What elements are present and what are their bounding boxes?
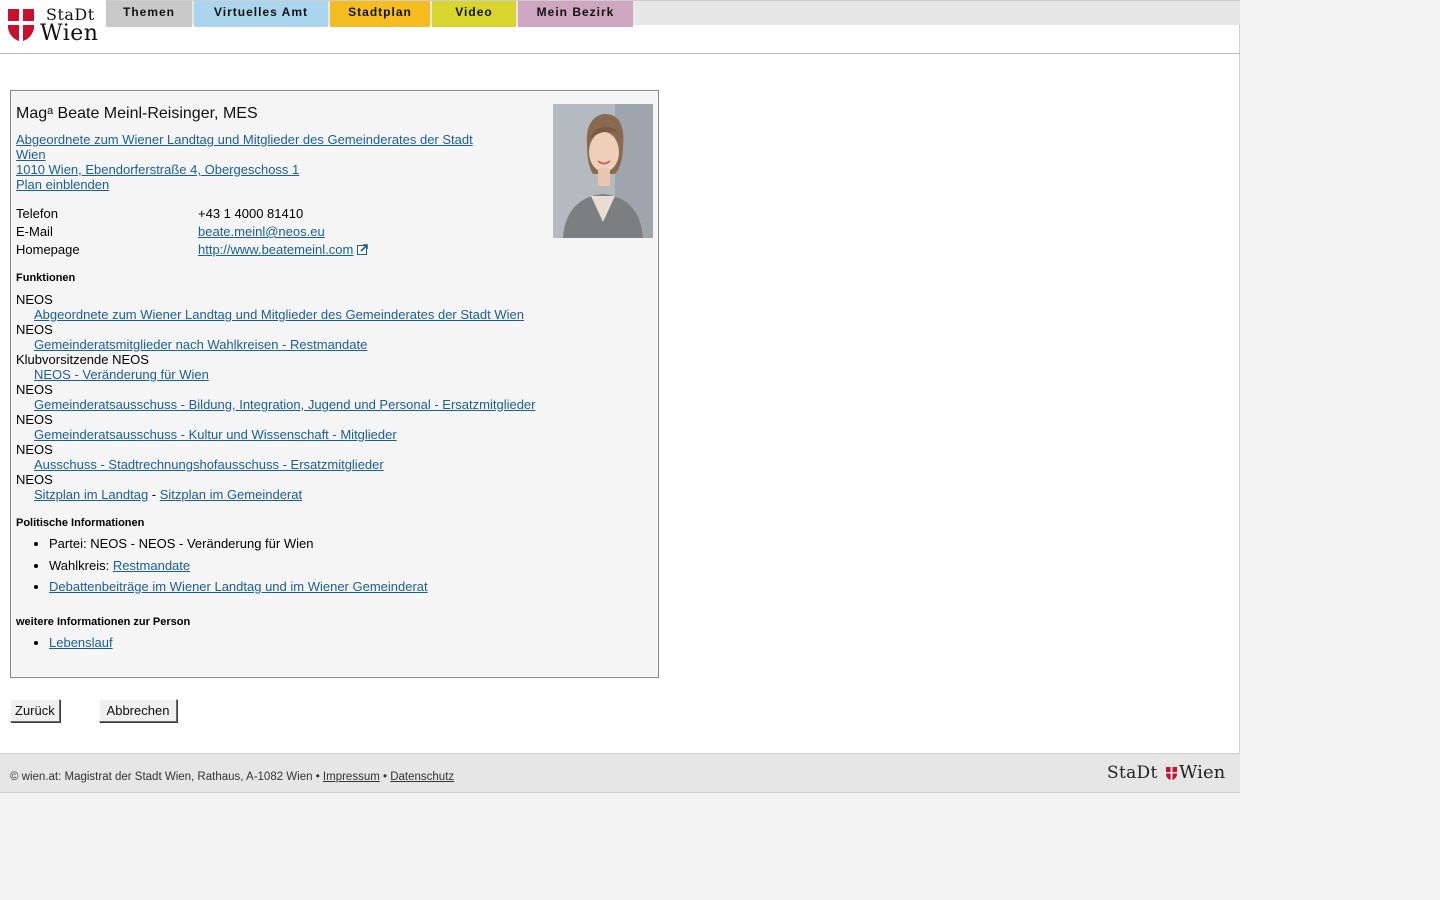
page: StaDt Wien Themen Virtuelles Amt Stadtpl… bbox=[0, 0, 1240, 793]
party-label: Partei: bbox=[49, 536, 91, 551]
wien-shield-icon bbox=[8, 9, 34, 41]
seat-plan-landtag-link[interactable]: Sitzplan im Landtag bbox=[34, 487, 148, 502]
function-org: NEOS bbox=[16, 292, 53, 307]
homepage-link[interactable]: http://www.beatemeinl.com bbox=[198, 242, 353, 257]
cancel-button[interactable]: Abbrechen bbox=[99, 699, 177, 722]
function-org: NEOS bbox=[16, 472, 53, 487]
function-org: NEOS bbox=[16, 382, 53, 397]
district-link[interactable]: Restmandate bbox=[113, 558, 190, 573]
stadt-wien-logo[interactable]: StaDt Wien bbox=[6, 5, 102, 46]
district-item: Wahlkreis: Restmandate bbox=[49, 558, 428, 573]
seat-plan-gemeinderat-link[interactable]: Sitzplan im Gemeinderat bbox=[160, 487, 302, 502]
email-label: E-Mail bbox=[16, 224, 53, 239]
portrait-image bbox=[553, 104, 653, 238]
nav-tab-themen[interactable]: Themen bbox=[106, 1, 192, 27]
function-link[interactable]: Abgeordnete zum Wiener Landtag und Mitgl… bbox=[34, 307, 524, 322]
nav-tab-video[interactable]: Video bbox=[432, 1, 516, 27]
function-org: NEOS bbox=[16, 322, 53, 337]
datenschutz-link[interactable]: Datenschutz bbox=[390, 771, 454, 783]
nav-tab-virtuelles-amt[interactable]: Virtuelles Amt bbox=[194, 1, 328, 27]
external-link-icon[interactable] bbox=[357, 244, 369, 255]
function-org: NEOS bbox=[16, 412, 53, 427]
logo-wien-text: Wien bbox=[40, 21, 99, 46]
wien-shield-icon bbox=[1166, 767, 1177, 780]
person-card: Magᵃ Beate Meinl-Reisinger, MES Abgeordn… bbox=[10, 90, 659, 678]
party-value: NEOS - NEOS - Veränderung für Wien bbox=[90, 536, 314, 551]
person-photo bbox=[553, 104, 653, 238]
party-item: Partei: NEOS - NEOS - Veränderung für Wi… bbox=[49, 536, 428, 551]
email-link[interactable]: beate.meinl@neos.eu bbox=[198, 224, 325, 239]
cv-item: Lebenslauf bbox=[49, 635, 113, 650]
function-link[interactable]: Gemeinderatsausschuss - Kultur und Wisse… bbox=[34, 427, 397, 442]
district-label: Wahlkreis: bbox=[49, 557, 113, 573]
functions-heading: Funktionen bbox=[16, 272, 76, 284]
site-footer: © wien.at: Magistrat der Stadt Wien, Rat… bbox=[0, 753, 1240, 793]
copyright-text: © wien.at: Magistrat der Stadt Wien, Rat… bbox=[10, 771, 323, 783]
site-header: StaDt Wien Themen Virtuelles Amt Stadtpl… bbox=[0, 0, 1240, 54]
footer-logo-stadt-text: StaDt bbox=[1107, 763, 1158, 783]
impressum-link[interactable]: Impressum bbox=[323, 771, 380, 783]
function-org: Klubvorsitzende NEOS bbox=[16, 352, 149, 367]
person-name: Magᵃ Beate Meinl-Reisinger, MES bbox=[16, 105, 258, 122]
functions-list: NEOS Abgeordnete zum Wiener Landtag und … bbox=[16, 292, 646, 502]
more-info-heading: weitere Informationen zur Person bbox=[16, 616, 191, 628]
address-link[interactable]: 1010 Wien, Ebendorferstraße 4, Obergesch… bbox=[16, 162, 299, 177]
political-info-heading: Politische Informationen bbox=[16, 517, 145, 529]
seat-plan-links: Sitzplan im Landtag - Sitzplan im Gemein… bbox=[16, 487, 646, 502]
homepage-value: http://www.beatemeinl.com bbox=[198, 242, 369, 257]
nav-tab-mein-bezirk[interactable]: Mein Bezirk bbox=[518, 1, 633, 27]
seat-plan-separator: - bbox=[148, 487, 160, 502]
footer-text: © wien.at: Magistrat der Stadt Wien, Rat… bbox=[10, 771, 454, 783]
debates-link[interactable]: Debattenbeiträge im Wiener Landtag und i… bbox=[49, 579, 428, 594]
back-button[interactable]: Zurück bbox=[10, 699, 60, 722]
more-info-list: Lebenslauf bbox=[16, 635, 113, 657]
phone-label: Telefon bbox=[16, 206, 58, 221]
main-navigation: Themen Virtuelles Amt Stadtplan Video Me… bbox=[106, 0, 1240, 27]
phone-value: +43 1 4000 81410 bbox=[198, 206, 304, 221]
function-link[interactable]: NEOS - Veränderung für Wien bbox=[34, 367, 209, 382]
footer-separator: • bbox=[379, 771, 391, 783]
function-link[interactable]: Ausschuss - Stadtrechnungshofausschuss -… bbox=[34, 457, 384, 472]
show-plan-link[interactable]: Plan einblenden bbox=[16, 177, 109, 192]
footer-stadt-wien-logo[interactable]: StaDt Wien bbox=[1107, 762, 1232, 785]
role-link[interactable]: Abgeordnete zum Wiener Landtag und Mitgl… bbox=[16, 132, 486, 162]
function-link[interactable]: Gemeinderatsmitglieder nach Wahlkreisen … bbox=[34, 337, 367, 352]
political-info-list: Partei: NEOS - NEOS - Veränderung für Wi… bbox=[16, 536, 428, 601]
footer-logo-wien-text: Wien bbox=[1179, 762, 1226, 783]
function-org: NEOS bbox=[16, 442, 53, 457]
debates-item: Debattenbeiträge im Wiener Landtag und i… bbox=[49, 579, 428, 594]
function-link[interactable]: Gemeinderatsausschuss - Bildung, Integra… bbox=[34, 397, 536, 412]
cv-link[interactable]: Lebenslauf bbox=[49, 635, 113, 650]
homepage-label: Homepage bbox=[16, 242, 80, 257]
nav-tab-stadtplan[interactable]: Stadtplan bbox=[330, 1, 430, 27]
